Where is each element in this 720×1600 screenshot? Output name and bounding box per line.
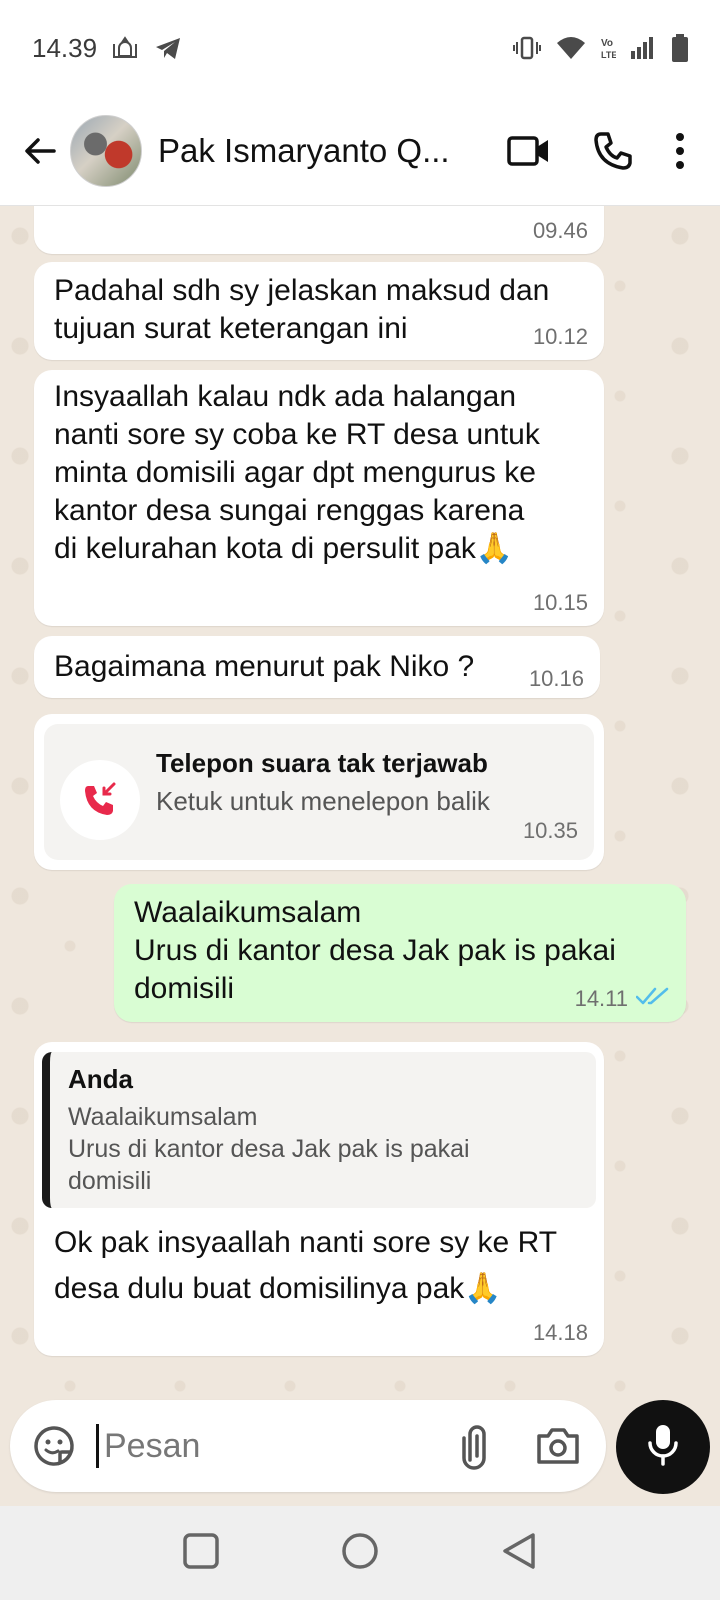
- message-meta: 14.11: [575, 986, 670, 1012]
- status-time: 14.39: [32, 32, 98, 63]
- message-input[interactable]: [104, 1418, 424, 1474]
- svg-text:Vo: Vo: [601, 38, 613, 49]
- missed-call-message[interactable]: Telepon suara tak terjawab Ketuk untuk m…: [34, 714, 604, 870]
- message-time: 09.46: [532, 218, 588, 243]
- chat-header: Pak Ismaryanto Q...: [0, 96, 720, 206]
- missed-call-card[interactable]: Telepon suara tak terjawab Ketuk untuk m…: [44, 724, 594, 860]
- message-incoming[interactable]: Insyaallah kalau ndk ada halangan nanti …: [34, 370, 604, 626]
- missed-call-subtitle: Ketuk untuk menelepon balik: [156, 786, 490, 816]
- read-receipt-icon: [635, 986, 670, 1012]
- message-incoming[interactable]: Bagaimana menurut pak Niko ? 10.16: [34, 636, 600, 698]
- chat-area[interactable]: 09.46 Padahal sdh sy jelaskan maksud dan…: [0, 206, 720, 1402]
- message-text: Waalaikumsalam Urus di kantor desa Jak p…: [134, 896, 616, 1005]
- battery-icon: [670, 33, 690, 63]
- signal-icon: [630, 35, 656, 61]
- message-composer: [10, 1400, 606, 1492]
- missed-call-title: Telepon suara tak terjawab: [156, 748, 488, 778]
- vibrate-icon: [512, 35, 542, 61]
- quoted-message[interactable]: Anda Waalaikumsalam Urus di kantor desa …: [42, 1052, 596, 1208]
- home-circle-icon[interactable]: [340, 1531, 380, 1576]
- paperclip-icon[interactable]: [450, 1420, 502, 1472]
- avatar[interactable]: [70, 114, 142, 187]
- message-incoming[interactable]: 09.46: [34, 206, 604, 254]
- status-right: Vo LTE: [512, 33, 690, 63]
- message-text: Insyaallah kalau ndk ada halangan nanti …: [54, 380, 540, 565]
- header-actions: [506, 130, 686, 172]
- phone-icon[interactable]: [592, 130, 634, 172]
- microphone-icon: [646, 1423, 680, 1472]
- microphone-button[interactable]: [616, 1400, 710, 1494]
- message-time: 10.16: [528, 666, 584, 691]
- message-time: 10.15: [532, 590, 588, 615]
- video-call-icon[interactable]: [506, 134, 552, 168]
- message-time: 14.11: [574, 986, 628, 1011]
- message-incoming-reply[interactable]: Anda Waalaikumsalam Urus di kantor desa …: [34, 1042, 604, 1356]
- quoted-text: Waalaikumsalam Urus di kantor desa Jak p…: [68, 1103, 470, 1195]
- recents-square-icon[interactable]: [182, 1532, 220, 1575]
- svg-text:LTE: LTE: [601, 50, 616, 60]
- status-left: 14.39: [32, 33, 183, 64]
- more-options-icon[interactable]: [674, 131, 686, 171]
- wifi-icon: [556, 35, 586, 61]
- message-time: 14.18: [532, 1320, 588, 1345]
- message-text: Bagaimana menurut pak Niko ?: [54, 650, 475, 683]
- system-nav-bar: [0, 1506, 720, 1600]
- message-text: Ok pak insyaallah nanti sore sy ke RT de…: [54, 1226, 558, 1305]
- back-triangle-icon[interactable]: [500, 1531, 538, 1576]
- message-outgoing[interactable]: Waalaikumsalam Urus di kantor desa Jak p…: [114, 884, 686, 1022]
- back-arrow-icon[interactable]: [10, 121, 70, 181]
- camera-icon[interactable]: [534, 1422, 582, 1470]
- message-text: Padahal sdh sy jelaskan maksud dan tujua…: [54, 274, 550, 345]
- text-caret: [96, 1424, 99, 1468]
- status-bar: 14.39 Vo LTE: [0, 0, 720, 96]
- quoted-author: Anda: [68, 1064, 133, 1094]
- telegram-icon: [153, 34, 183, 62]
- message-time: 10.12: [532, 324, 588, 349]
- volte-icon: Vo LTE: [600, 35, 616, 61]
- message-incoming[interactable]: Padahal sdh sy jelaskan maksud dan tujua…: [34, 262, 604, 360]
- contact-name[interactable]: Pak Ismaryanto Q...: [158, 132, 458, 170]
- message-time: 10.35: [522, 818, 578, 843]
- sticker-icon[interactable]: [30, 1422, 78, 1470]
- mosque-icon: [111, 34, 139, 62]
- missed-call-icon: [60, 760, 140, 840]
